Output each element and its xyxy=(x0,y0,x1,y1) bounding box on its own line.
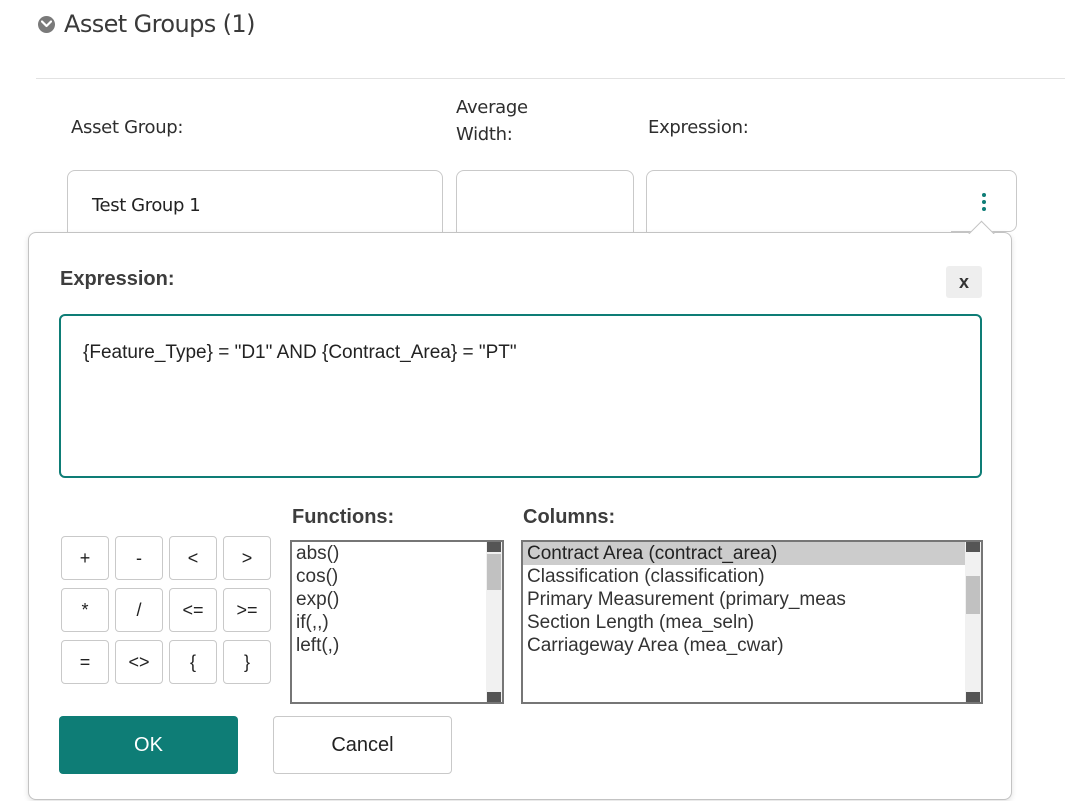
chevron-down-circle-icon[interactable] xyxy=(38,15,55,33)
function-item[interactable]: if(,,) xyxy=(292,611,502,634)
operator-equal-button[interactable]: = xyxy=(61,640,109,684)
column-item[interactable]: Classification (classification) xyxy=(523,565,981,588)
popup-pointer xyxy=(967,218,997,234)
average-width-column-label: Average Width: xyxy=(456,94,528,148)
function-item[interactable]: cos() xyxy=(292,565,502,588)
average-width-label-line1: Average xyxy=(456,97,528,118)
kebab-icon xyxy=(981,193,986,211)
scroll-down-arrow-icon[interactable] xyxy=(487,692,501,702)
asset-group-input[interactable]: Test Group 1 xyxy=(67,170,443,240)
column-item-selected[interactable]: Contract Area (contract_area) xyxy=(523,542,981,565)
operator-greater-than-button[interactable]: > xyxy=(223,536,271,580)
operator-plus-button[interactable]: + xyxy=(61,536,109,580)
asset-group-column-label: Asset Group: xyxy=(71,117,184,138)
column-item[interactable]: Carriageway Area (mea_cwar) xyxy=(523,634,981,657)
divider xyxy=(36,78,1065,79)
function-item[interactable]: abs() xyxy=(292,542,502,565)
expression-textarea[interactable]: {Feature_Type} = "D1" AND {Contract_Area… xyxy=(59,314,982,478)
average-width-input[interactable] xyxy=(456,170,634,240)
columns-listbox[interactable]: Contract Area (contract_area) Classifica… xyxy=(521,540,983,704)
asset-groups-header[interactable]: Asset Groups (1) xyxy=(38,8,255,40)
average-width-label-line2: Width: xyxy=(456,124,513,145)
expression-text: {Feature_Type} = "D1" AND {Contract_Area… xyxy=(83,342,517,363)
asset-group-value: Test Group 1 xyxy=(92,195,201,216)
functions-scroll-thumb[interactable] xyxy=(487,554,501,590)
scroll-up-arrow-icon[interactable] xyxy=(487,542,501,552)
functions-scrollbar[interactable] xyxy=(486,542,502,702)
columns-scroll-thumb[interactable] xyxy=(966,576,980,614)
operator-less-than-button[interactable]: < xyxy=(169,536,217,580)
operator-close-brace-button[interactable]: } xyxy=(223,640,271,684)
operator-divide-button[interactable]: / xyxy=(115,588,163,632)
operator-minus-button[interactable]: - xyxy=(115,536,163,580)
column-item[interactable]: Section Length (mea_seln) xyxy=(523,611,981,634)
scroll-up-arrow-icon[interactable] xyxy=(966,542,980,552)
operator-greater-equal-button[interactable]: >= xyxy=(223,588,271,632)
operator-less-equal-button[interactable]: <= xyxy=(169,588,217,632)
operator-open-brace-button[interactable]: { xyxy=(169,640,217,684)
operator-multiply-button[interactable]: * xyxy=(61,588,109,632)
columns-label: Columns: xyxy=(523,506,616,528)
scroll-down-arrow-icon[interactable] xyxy=(966,692,980,702)
column-item[interactable]: Primary Measurement (primary_meas xyxy=(523,588,981,611)
cancel-button[interactable]: Cancel xyxy=(273,716,452,774)
ok-button[interactable]: OK xyxy=(59,716,238,774)
columns-scrollbar[interactable] xyxy=(965,542,981,702)
functions-label: Functions: xyxy=(292,506,395,528)
operator-not-equal-button[interactable]: <> xyxy=(115,640,163,684)
functions-listbox[interactable]: abs() cos() exp() if(,,) left(,) xyxy=(290,540,504,704)
function-item[interactable]: left(,) xyxy=(292,634,502,657)
function-item[interactable]: exp() xyxy=(292,588,502,611)
expression-input[interactable] xyxy=(646,170,952,240)
popup-title: Expression: xyxy=(60,268,175,290)
expression-column-label: Expression: xyxy=(648,117,749,138)
section-title: Asset Groups (1) xyxy=(64,10,255,38)
close-button[interactable]: x xyxy=(946,266,982,298)
